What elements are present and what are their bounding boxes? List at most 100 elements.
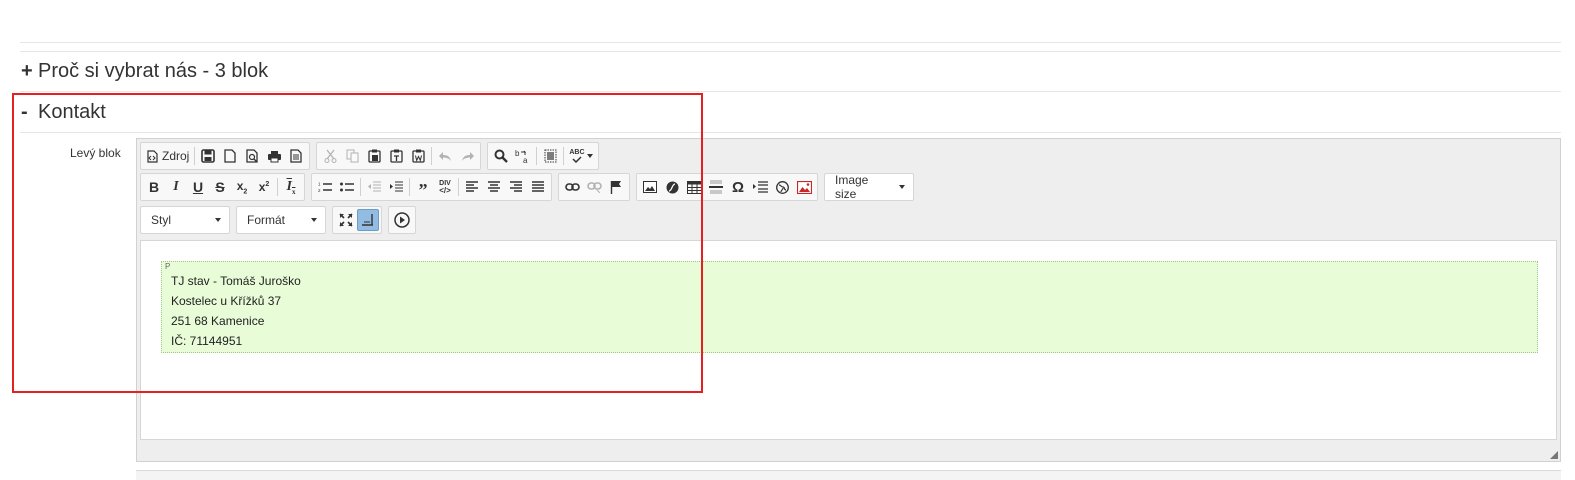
page-break-button[interactable] [749, 176, 771, 198]
divider-section-1 [20, 51, 1561, 52]
new-page-button[interactable] [219, 145, 241, 167]
align-center-button[interactable] [483, 176, 505, 198]
flash-button[interactable] [661, 176, 683, 198]
bulleted-list-icon [340, 181, 354, 193]
show-blocks-button[interactable] [357, 209, 379, 231]
paste-text-button[interactable] [385, 145, 407, 167]
underline-button[interactable]: U [187, 176, 209, 198]
cut-button[interactable] [319, 145, 341, 167]
strikethrough-icon: S [215, 179, 225, 195]
spellcheck-button[interactable]: ABC [566, 145, 595, 167]
unlink-button[interactable] [583, 176, 605, 198]
toolbar-row-3: Styl Formát [140, 206, 422, 234]
superscript-button[interactable]: x2 [253, 176, 275, 198]
editor-content-area[interactable]: P TJ stav - Tomáš Juroško Kostelec u Kří… [140, 240, 1557, 440]
content-line: 251 68 Kamenice [171, 314, 265, 328]
image-icon [643, 181, 657, 193]
preview-icon [246, 149, 259, 163]
anchor-button[interactable] [605, 176, 627, 198]
toolbar-separator [563, 147, 565, 165]
find-button[interactable] [490, 145, 512, 167]
toolbar-separator [536, 147, 538, 165]
maximize-icon [339, 213, 353, 227]
align-left-button[interactable] [461, 176, 483, 198]
image-button[interactable] [639, 176, 661, 198]
special-char-button[interactable]: Ω [727, 176, 749, 198]
table-icon [686, 180, 702, 194]
toolbar-group-basicstyles: B I U S x2 x2 Ix [140, 173, 305, 201]
subscript-button[interactable]: x2 [231, 176, 253, 198]
toolbar-group-editing: ba ABC [487, 142, 599, 170]
create-div-button[interactable]: DIV </> [434, 176, 456, 198]
content-paragraph[interactable]: P TJ stav - Tomáš Juroško Kostelec u Kří… [161, 261, 1538, 353]
save-button[interactable] [197, 145, 219, 167]
redo-icon [460, 150, 475, 162]
templates-button[interactable] [285, 145, 307, 167]
replace-button[interactable]: ba [512, 145, 534, 167]
content-line: Kostelec u Křížků 37 [171, 294, 282, 308]
chevron-down-icon [215, 218, 221, 222]
maximize-button[interactable] [335, 209, 357, 231]
image-size-dropdown[interactable]: Image size [824, 173, 914, 201]
section-header-collapsed[interactable]: + Proč si vybrat nás - 3 blok [21, 60, 268, 83]
redo-button[interactable] [456, 145, 478, 167]
image-red-button[interactable] [793, 176, 815, 198]
print-icon [267, 150, 282, 163]
preview-button[interactable] [241, 145, 263, 167]
paste-word-button[interactable] [407, 145, 429, 167]
toolbar-group-tools [332, 206, 382, 234]
align-right-button[interactable] [505, 176, 527, 198]
copy-icon [346, 149, 359, 163]
expand-icon: + [21, 60, 33, 82]
table-button[interactable] [683, 176, 705, 198]
divider-section-3 [20, 132, 1561, 133]
numbered-list-button[interactable]: 12 [314, 176, 336, 198]
remove-format-button[interactable]: Ix [280, 176, 302, 198]
align-right-icon [509, 181, 523, 193]
replace-icon: ba [515, 149, 531, 164]
anchor-icon [610, 180, 622, 194]
preview-play-icon [394, 212, 410, 228]
bold-button[interactable]: B [143, 176, 165, 198]
remove-format-icon: Ix [286, 178, 296, 196]
align-left-icon [465, 181, 479, 193]
chevron-down-icon [899, 185, 905, 189]
source-button[interactable]: Zdroj [143, 145, 192, 167]
superscript-icon: x2 [258, 180, 270, 194]
paste-text-icon [390, 149, 403, 163]
new-page-icon [224, 149, 236, 163]
style-label: Styl [151, 213, 172, 227]
rich-text-editor: Zdroj ba ABC B I U S x2 x2 Ix 1 2 ” DIV … [136, 138, 1561, 462]
paste-word-icon [412, 149, 425, 163]
print-button[interactable] [263, 145, 285, 167]
justify-button[interactable] [527, 176, 549, 198]
format-label: Formát [247, 213, 286, 227]
preview-play-button[interactable] [391, 209, 413, 231]
image-size-label: Image size [835, 173, 869, 201]
indent-button[interactable] [385, 176, 407, 198]
source-icon [146, 149, 158, 163]
format-dropdown[interactable]: Formát [236, 206, 326, 234]
collapse-icon: - [21, 101, 28, 123]
italic-button[interactable]: I [165, 176, 187, 198]
resize-grip-icon[interactable] [1550, 451, 1558, 459]
svg-text:2: 2 [318, 188, 321, 193]
blockquote-button[interactable]: ” [412, 176, 434, 199]
section-header-expanded[interactable]: - Kontakt [21, 101, 106, 124]
style-dropdown[interactable]: Styl [140, 206, 230, 234]
section-title-text: Proč si vybrat nás - 3 blok [38, 60, 269, 82]
iframe-button[interactable] [771, 176, 793, 198]
link-button[interactable] [561, 176, 583, 198]
select-all-button[interactable] [539, 145, 561, 167]
numbered-list-icon: 12 [318, 181, 332, 193]
strikethrough-button[interactable]: S [209, 176, 231, 198]
undo-button[interactable] [434, 145, 456, 167]
bulleted-list-button[interactable] [336, 176, 358, 198]
toolbar-separator [194, 147, 196, 165]
paste-button[interactable] [363, 145, 385, 167]
copy-button[interactable] [341, 145, 363, 167]
outdent-button[interactable] [363, 176, 385, 198]
indent-icon [389, 181, 403, 193]
flash-icon [666, 181, 679, 194]
horizontal-line-button[interactable] [705, 176, 727, 198]
